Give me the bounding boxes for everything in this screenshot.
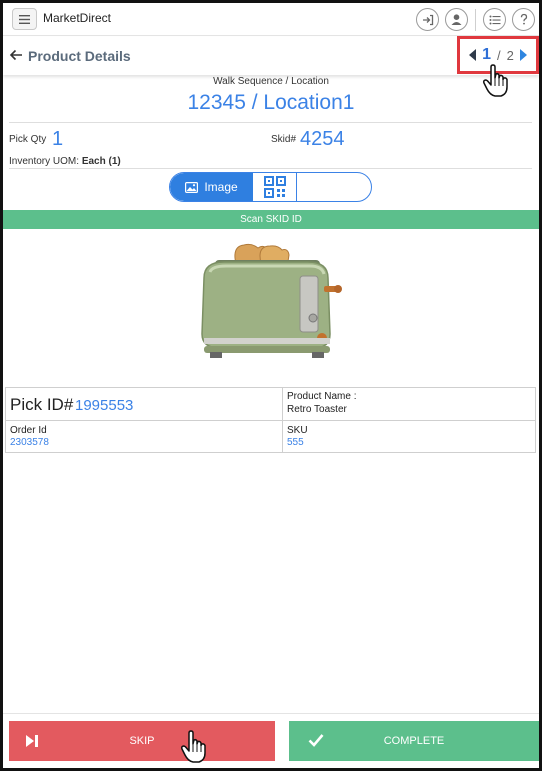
- help-icon: [520, 13, 527, 25]
- user-button[interactable]: [445, 8, 468, 31]
- skid-label: Skid#: [271, 134, 297, 145]
- image-view-label: Image: [204, 180, 238, 194]
- details-divider: [282, 388, 283, 452]
- skip-icon: [26, 735, 38, 747]
- product-name-label: Product Name :: [287, 391, 357, 402]
- previous-page-icon[interactable]: [469, 49, 477, 61]
- check-icon: [308, 734, 324, 747]
- scan-skid-bar[interactable]: Scan SKID ID: [3, 210, 539, 229]
- top-icons: [416, 8, 535, 31]
- menu-button[interactable]: [12, 8, 37, 30]
- sku-value: 555: [287, 437, 304, 448]
- pick-id-label: Pick ID#: [10, 395, 74, 414]
- third-view-button[interactable]: [297, 173, 371, 201]
- inventory-uom: Inventory UOM: Each (1): [9, 156, 121, 167]
- page-header: Product Details 1 / 2: [3, 36, 539, 75]
- pick-id-value: 1995553: [75, 397, 134, 414]
- hand-cursor-icon: [180, 730, 206, 763]
- product-name-value: Retro Toaster: [287, 404, 347, 415]
- view-toggle: Image: [169, 172, 372, 202]
- order-id-value: 2303578: [10, 437, 49, 448]
- page-separator: /: [497, 47, 501, 63]
- sku-label: SKU: [287, 425, 308, 436]
- qr-code-icon: [263, 176, 286, 198]
- location-value: 12345 / Location1: [187, 91, 355, 114]
- back-arrow-icon[interactable]: [9, 48, 23, 62]
- order-id-label: Order Id: [10, 425, 47, 436]
- pick-qty-value: 1: [52, 128, 64, 150]
- hamburger-icon: [19, 14, 30, 24]
- icon-separator: [475, 8, 476, 31]
- app-frame: [0, 0, 542, 771]
- skip-label: SKIP: [129, 735, 155, 747]
- list-icon: [489, 15, 500, 24]
- uom-label: Inventory UOM:: [9, 156, 80, 167]
- image-icon: [185, 181, 199, 193]
- skip-button[interactable]: SKIP: [9, 721, 275, 761]
- image-view-button[interactable]: Image: [170, 173, 253, 201]
- app-title: MarketDirect: [43, 11, 112, 25]
- page-title: Product Details: [28, 48, 131, 64]
- app-bar: MarketDirect: [3, 3, 539, 36]
- divider: [9, 122, 532, 123]
- next-page-icon[interactable]: [519, 49, 527, 61]
- login-button[interactable]: [416, 8, 439, 31]
- help-button[interactable]: [512, 8, 535, 31]
- skid-value: 4254: [300, 128, 345, 150]
- product-image: [201, 243, 342, 358]
- pick-details: Pick ID# 1995553 Product Name : Retro To…: [5, 387, 536, 453]
- current-page: 1: [482, 46, 492, 63]
- qr-view-button[interactable]: [253, 173, 297, 201]
- pick-qty-label: Pick Qty: [9, 134, 47, 145]
- user-icon: [451, 14, 462, 25]
- uom-value: Each (1): [81, 156, 121, 167]
- complete-label: COMPLETE: [383, 735, 445, 747]
- complete-button[interactable]: COMPLETE: [289, 721, 539, 761]
- list-button[interactable]: [483, 8, 506, 31]
- divider: [9, 168, 532, 169]
- footer-divider: [3, 713, 539, 714]
- walk-sequence-label: Walk Sequence / Location: [213, 76, 329, 87]
- total-pages: 2: [506, 47, 514, 63]
- login-icon: [422, 14, 433, 25]
